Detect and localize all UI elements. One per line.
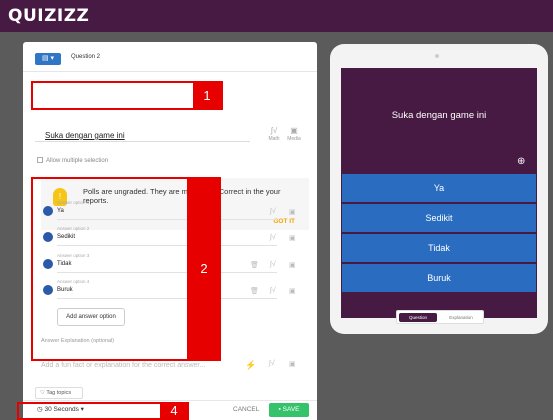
math-icon[interactable]: ∫√ bbox=[270, 287, 276, 294]
top-bar: QUIZIZZ bbox=[0, 0, 553, 32]
quizizz-logo[interactable]: QUIZIZZ bbox=[8, 6, 89, 26]
save-button[interactable]: ▪ SAVE bbox=[269, 403, 309, 417]
allow-multiple-checkbox[interactable]: Allow multiple selection bbox=[37, 157, 108, 164]
image-icon[interactable]: ▣ bbox=[289, 261, 296, 269]
device-preview: Suka dengan game ini ⊕ Ya Sedikit Tidak … bbox=[330, 44, 548, 334]
preview-option-4: Buruk bbox=[342, 264, 536, 292]
math-icon[interactable]: ∫√ bbox=[270, 208, 276, 215]
question-text[interactable]: Suka dengan game ini bbox=[45, 131, 125, 140]
image-icon: ▣ bbox=[290, 126, 298, 135]
preview-screen: Suka dengan game ini ⊕ Ya Sedikit Tidak … bbox=[341, 68, 537, 318]
lightning-icon[interactable]: ⚡ bbox=[245, 360, 256, 371]
math-tool[interactable]: ∫√ Math bbox=[265, 126, 283, 142]
camera-dot bbox=[435, 54, 439, 58]
highlight-label-2: 2 bbox=[187, 178, 221, 360]
tab-question[interactable]: Question bbox=[399, 313, 437, 322]
math-icon[interactable]: ∫√ bbox=[270, 234, 276, 241]
question-label: Question 2 bbox=[71, 54, 101, 60]
question-type-button[interactable]: ▤ ▾ bbox=[35, 53, 61, 65]
sigma-icon: ∫√ bbox=[270, 126, 278, 135]
zoom-in-icon[interactable]: ⊕ bbox=[517, 156, 525, 167]
media-tool[interactable]: ▣ Media bbox=[285, 126, 303, 142]
preview-question: Suka dengan game ini bbox=[391, 110, 487, 121]
explanation-input[interactable]: Add a fun fact or explanation for the co… bbox=[41, 362, 263, 369]
trash-icon[interactable]: 🗑 bbox=[250, 287, 259, 295]
trash-icon[interactable]: 🗑 bbox=[250, 261, 259, 269]
tag-topics-button[interactable]: ♡ Tag topics bbox=[35, 387, 83, 399]
math-icon[interactable]: ∫√ bbox=[269, 360, 275, 367]
preview-option-2: Sedikit bbox=[342, 204, 536, 232]
preview-tabs: Question Explanation bbox=[396, 310, 484, 324]
image-icon[interactable]: ▣ bbox=[289, 208, 296, 216]
highlight-label-1: 1 bbox=[193, 82, 221, 109]
image-icon[interactable]: ▣ bbox=[289, 360, 296, 368]
tab-explanation[interactable]: Explanation bbox=[441, 313, 481, 322]
highlight-label-4: 4 bbox=[160, 402, 188, 420]
cancel-button[interactable]: CANCEL bbox=[233, 406, 259, 413]
math-icon[interactable]: ∫√ bbox=[270, 261, 276, 268]
image-icon[interactable]: ▣ bbox=[289, 234, 296, 242]
preview-option-3: Tidak bbox=[342, 234, 536, 262]
editor-header: ▤ ▾ Question 2 bbox=[23, 42, 317, 72]
preview-option-1: Ya bbox=[342, 174, 536, 202]
image-icon[interactable]: ▣ bbox=[289, 287, 296, 295]
checkbox-icon bbox=[37, 157, 43, 163]
